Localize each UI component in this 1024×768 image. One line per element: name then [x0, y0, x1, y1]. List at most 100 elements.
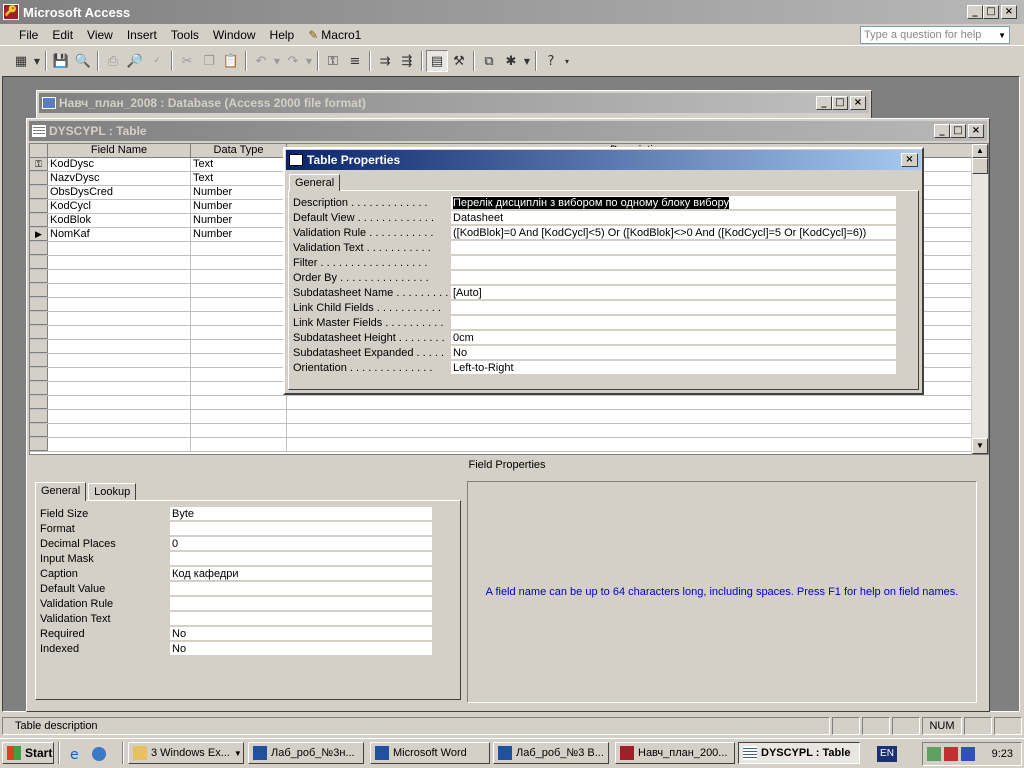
data-type-cell[interactable]: Number [191, 228, 287, 241]
scroll-up-button[interactable]: ▲ [972, 144, 988, 158]
menu-window[interactable]: Window [206, 26, 263, 44]
minimize-button[interactable]: _ [967, 5, 983, 19]
print-icon[interactable]: ⎙ [102, 50, 124, 72]
current-row-arrow-icon[interactable]: ▶ [30, 228, 48, 241]
outlook-icon[interactable] [92, 747, 106, 761]
data-type-cell[interactable] [191, 368, 287, 381]
field-name-cell[interactable] [48, 326, 191, 339]
build-icon[interactable]: ⚒ [448, 50, 470, 72]
data-type-cell[interactable] [191, 424, 287, 437]
prop-row-validation-rule[interactable]: Validation Rule . . . . . . . . . . . ([K… [289, 225, 896, 240]
prop-row-validation-rule[interactable]: Validation Rule [36, 596, 460, 611]
field-name-cell[interactable] [48, 270, 191, 283]
row-selector[interactable] [30, 270, 48, 283]
db-close-button[interactable]: × [850, 96, 866, 110]
taskbar-button-explorer[interactable]: 3 Windows Ex... ▼ [128, 742, 244, 764]
empty-table-row[interactable] [30, 424, 988, 438]
data-type-cell[interactable] [191, 410, 287, 423]
prop-row-orientation[interactable]: Orientation . . . . . . . . . . . . . .L… [289, 360, 896, 375]
data-type-cell[interactable]: Text [191, 158, 287, 171]
prop-row-caption[interactable]: Caption Код кафедри [36, 566, 460, 581]
display-tray-icon[interactable] [944, 747, 958, 761]
ie-icon[interactable]: e [70, 747, 84, 763]
redo-icon[interactable]: ↷ [282, 50, 304, 72]
prop-row-filter[interactable]: Filter . . . . . . . . . . . . . . . . .… [289, 255, 896, 270]
field-name-cell[interactable] [48, 396, 191, 409]
field-name-cell[interactable] [48, 284, 191, 297]
prop-row-subdatasheet-expanded[interactable]: Subdatasheet Expanded . . . . . No [289, 345, 896, 360]
description-cell[interactable] [287, 424, 988, 437]
row-selector[interactable] [30, 438, 48, 451]
insert-rows-icon[interactable]: ⇉ [374, 50, 396, 72]
primary-key-icon[interactable]: ⚿ [322, 50, 344, 72]
prop-row-link-child-fields[interactable]: Link Child Fields . . . . . . . . . . . [289, 300, 896, 315]
undo-dropdown-icon[interactable]: ▼ [272, 50, 282, 72]
empty-table-row[interactable] [30, 438, 988, 452]
grid-vertical-scrollbar[interactable]: ▲ ▼ [971, 144, 988, 454]
prop-row-field-size[interactable]: Field Size Byte [36, 506, 460, 521]
row-selector[interactable] [30, 214, 48, 227]
print-preview-icon[interactable]: 🔎 [124, 50, 146, 72]
paste-icon[interactable]: 📋 [220, 50, 242, 72]
prop-row-decimal-places[interactable]: Decimal Places 0 [36, 536, 460, 551]
field-name-cell[interactable] [48, 256, 191, 269]
row-selector[interactable] [30, 382, 48, 395]
save-icon[interactable]: 💾 [50, 50, 72, 72]
prop-row-link-master-fields[interactable]: Link Master Fields . . . . . . . . . . [289, 315, 896, 330]
prop-row-validation-text[interactable]: Validation Text [36, 611, 460, 626]
prop-row-input-mask[interactable]: Input Mask [36, 551, 460, 566]
description-cell[interactable] [287, 396, 988, 409]
table-minimize-button[interactable]: _ [934, 124, 950, 138]
data-type-cell[interactable]: Number [191, 186, 287, 199]
file-search-icon[interactable]: 🔍 [72, 50, 94, 72]
row-selector[interactable] [30, 284, 48, 297]
help-icon[interactable]: ? [540, 50, 562, 72]
taskbar-button-word-doc-1[interactable]: Лаб_роб_№3н... [248, 742, 364, 764]
data-type-cell[interactable] [191, 382, 287, 395]
copy-icon[interactable]: ❐ [198, 50, 220, 72]
spelling-icon[interactable]: ✓ [146, 50, 168, 72]
close-button[interactable]: × [1001, 5, 1017, 19]
chevron-down-icon[interactable]: ▼ [998, 31, 1009, 40]
data-type-cell[interactable] [191, 298, 287, 311]
prop-row-subdatasheet-name[interactable]: Subdatasheet Name . . . . . . . . . [Auto… [289, 285, 896, 300]
data-type-cell[interactable]: Text [191, 172, 287, 185]
row-selector[interactable] [30, 298, 48, 311]
taskbar-button-word[interactable]: Microsoft Word [370, 742, 490, 764]
row-selector[interactable] [30, 396, 48, 409]
view-icon[interactable]: ▦ [10, 50, 32, 72]
row-selector[interactable] [30, 186, 48, 199]
dialog-close-button[interactable]: × [901, 153, 918, 167]
toolbar-options-icon[interactable]: ▾ [562, 50, 572, 72]
prop-row-description[interactable]: Description . . . . . . . . . . . . . Пер… [289, 195, 896, 210]
menu-insert[interactable]: Insert [120, 26, 164, 44]
description-cell[interactable] [287, 410, 988, 423]
data-type-cell[interactable] [191, 438, 287, 451]
field-name-cell[interactable] [48, 382, 191, 395]
volume-tray-icon[interactable] [961, 747, 975, 761]
menu-macro[interactable]: ✎ Macro1 [301, 26, 368, 44]
data-type-cell[interactable] [191, 396, 287, 409]
undo-icon[interactable]: ↶ [250, 50, 272, 72]
view-dropdown-icon[interactable]: ▼ [32, 50, 42, 72]
menu-view[interactable]: View [80, 26, 120, 44]
taskbar-button-database[interactable]: Навч_план_200... [615, 742, 735, 764]
data-type-cell[interactable] [191, 312, 287, 325]
tab-lookup[interactable]: Lookup [88, 483, 137, 500]
field-name-cell[interactable] [48, 354, 191, 367]
menu-edit[interactable]: Edit [45, 26, 80, 44]
new-object-dropdown-icon[interactable]: ▼ [522, 50, 532, 72]
description-selected-value[interactable]: Перелік дисциплін з вибором по одному бл… [453, 196, 730, 209]
row-selector[interactable] [30, 368, 48, 381]
delete-rows-icon[interactable]: ⇶ [396, 50, 418, 72]
field-name-cell[interactable] [48, 438, 191, 451]
table-properties-titlebar[interactable]: Table Properties × [286, 150, 921, 170]
db-minimize-button[interactable]: _ [816, 96, 832, 110]
help-search-box[interactable]: Type a question for help ▼ [860, 26, 1010, 44]
row-selector[interactable] [30, 410, 48, 423]
field-name-cell[interactable]: KodDysc [48, 158, 191, 171]
tab-general[interactable]: General [35, 482, 87, 501]
field-name-cell[interactable] [48, 298, 191, 311]
properties-icon[interactable]: ▤ [426, 50, 448, 72]
language-indicator[interactable]: EN [877, 746, 897, 762]
